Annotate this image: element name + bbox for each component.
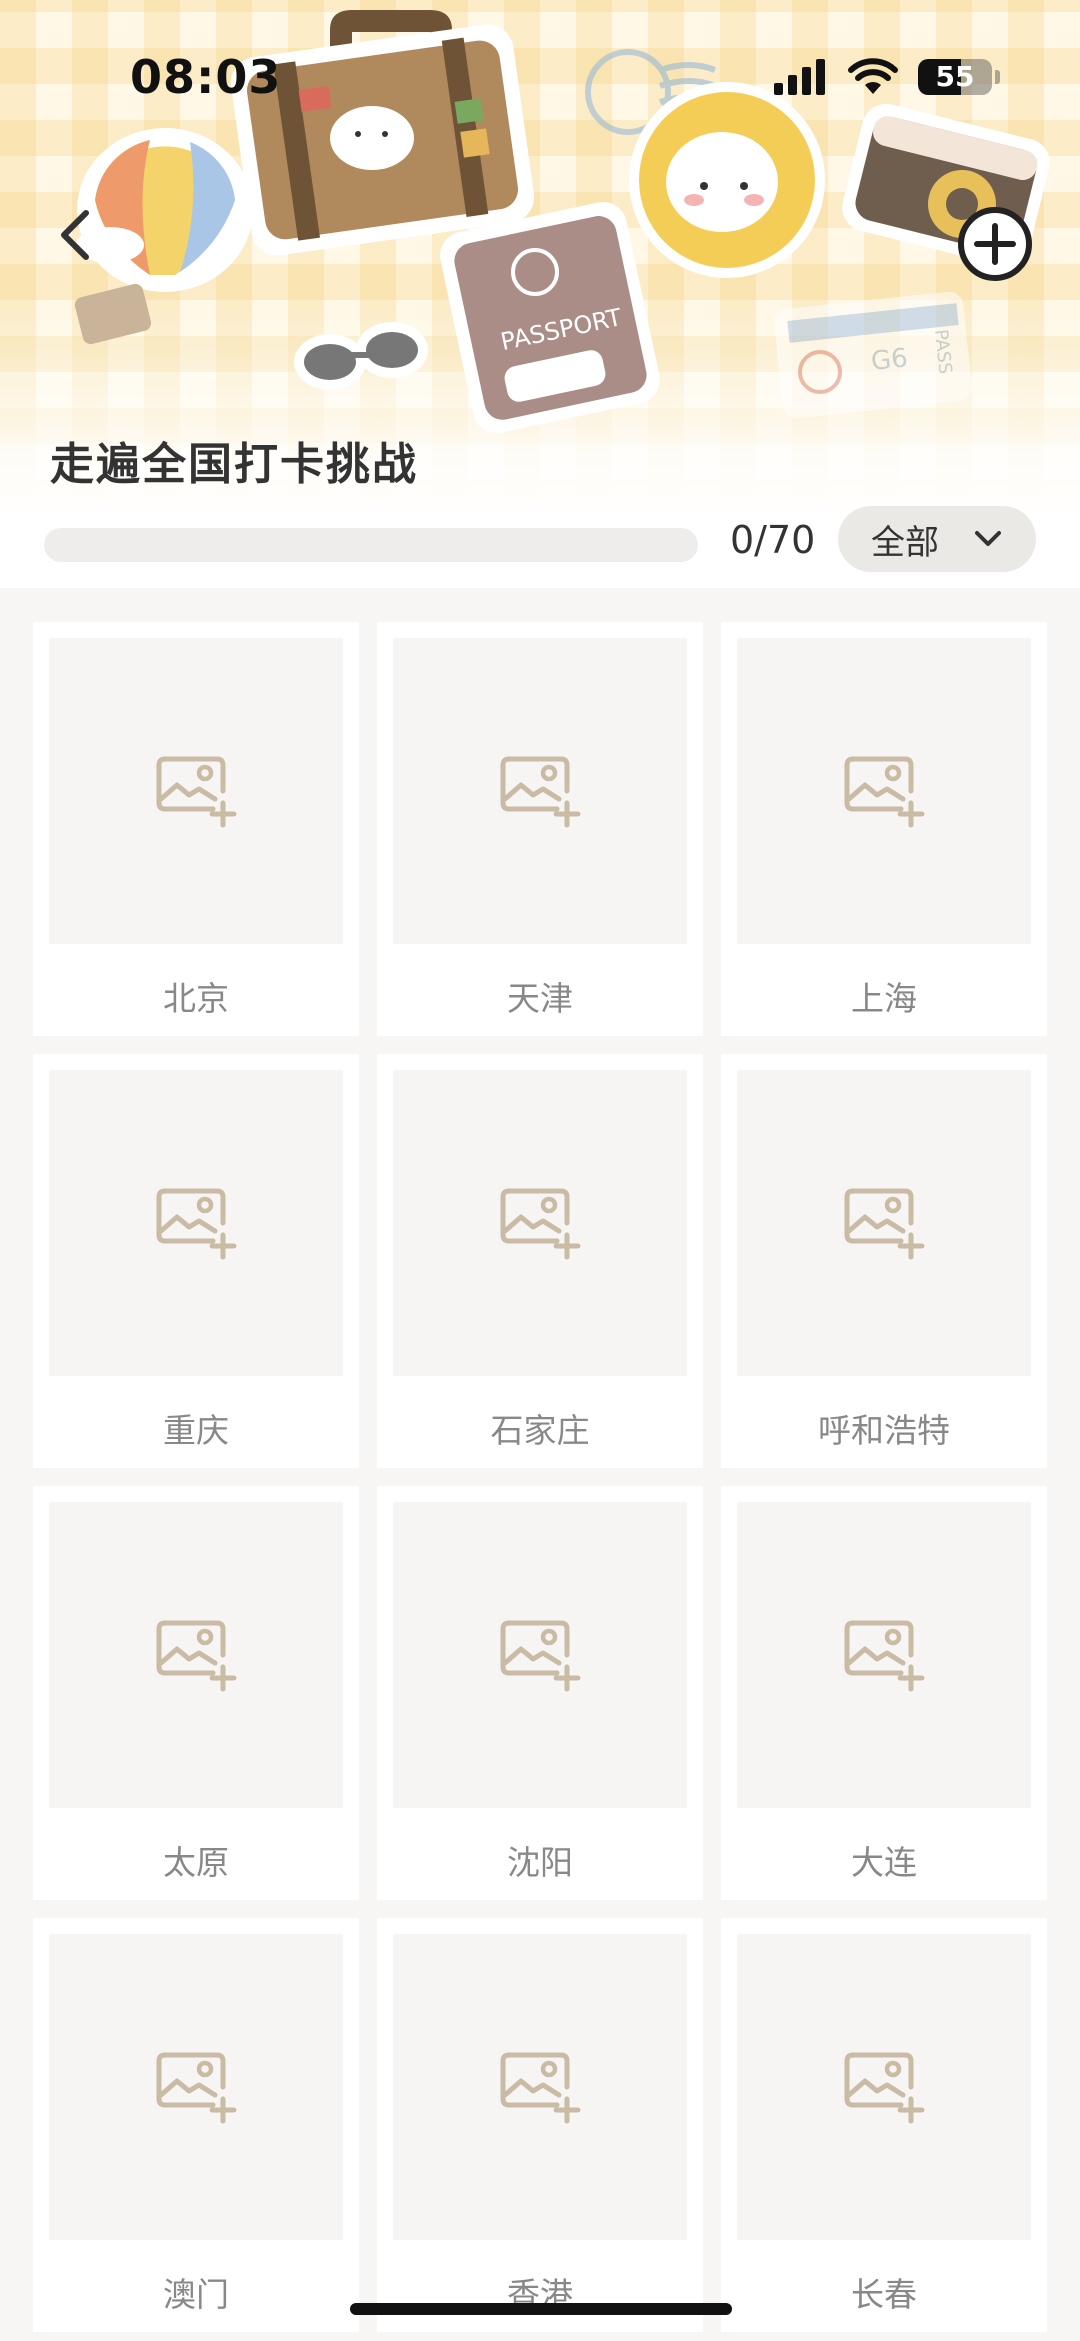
cellular-signal-icon bbox=[774, 59, 825, 95]
sun-sticker bbox=[629, 82, 825, 278]
battery-icon: 55 bbox=[918, 59, 992, 95]
city-name: 澳门 bbox=[163, 2275, 229, 2314]
add-photo-icon bbox=[844, 2052, 925, 2124]
add-photo-icon bbox=[500, 1620, 581, 1692]
city-name: 长春 bbox=[851, 2275, 917, 2314]
filter-dropdown[interactable]: 全部 bbox=[838, 506, 1036, 572]
photo-placeholder[interactable] bbox=[737, 1070, 1031, 1376]
photo-placeholder[interactable] bbox=[393, 1070, 687, 1376]
city-card[interactable]: 重庆 bbox=[33, 1054, 359, 1468]
photo-placeholder[interactable] bbox=[49, 1934, 343, 2240]
screen: PASSPORT G6 PASS 08:03 55 走遍全国打卡挑战 0/70 … bbox=[0, 0, 1080, 2341]
progress-bar bbox=[44, 528, 698, 562]
city-name: 上海 bbox=[851, 979, 917, 1018]
photo-placeholder[interactable] bbox=[393, 1934, 687, 2240]
home-indicator[interactable] bbox=[350, 2303, 732, 2315]
progress-count: 0/70 bbox=[730, 518, 816, 562]
svg-text:G6: G6 bbox=[870, 343, 910, 377]
city-card[interactable]: 沈阳 bbox=[377, 1486, 703, 1900]
photo-placeholder[interactable] bbox=[737, 1502, 1031, 1808]
add-photo-icon bbox=[500, 2052, 581, 2124]
add-photo-icon bbox=[844, 756, 925, 828]
city-name: 重庆 bbox=[163, 1411, 229, 1450]
photo-placeholder[interactable] bbox=[393, 1502, 687, 1808]
battery-level: 55 bbox=[935, 60, 975, 93]
city-card[interactable]: 香港 bbox=[377, 1918, 703, 2332]
chevron-down-icon bbox=[975, 531, 1001, 546]
city-name: 石家庄 bbox=[490, 1411, 590, 1450]
add-photo-icon bbox=[500, 756, 581, 828]
filter-selected-label: 全部 bbox=[871, 522, 939, 563]
city-card[interactable]: 大连 bbox=[721, 1486, 1047, 1900]
photo-placeholder[interactable] bbox=[393, 638, 687, 944]
passport-sticker: PASSPORT bbox=[440, 201, 660, 434]
city-card[interactable]: 天津 bbox=[377, 622, 703, 1036]
photo-placeholder[interactable] bbox=[737, 1934, 1031, 2240]
page-title: 走遍全国打卡挑战 bbox=[50, 439, 418, 490]
city-name: 大连 bbox=[851, 1843, 917, 1882]
add-photo-icon bbox=[156, 1188, 237, 1260]
city-name: 北京 bbox=[163, 979, 229, 1018]
city-name: 天津 bbox=[507, 979, 573, 1018]
city-card[interactable]: 呼和浩特 bbox=[721, 1054, 1047, 1468]
status-time: 08:03 bbox=[130, 50, 282, 104]
add-photo-icon bbox=[156, 1620, 237, 1692]
battery-tip bbox=[995, 70, 1000, 84]
city-card[interactable]: 北京 bbox=[33, 622, 359, 1036]
city-name: 呼和浩特 bbox=[818, 1411, 950, 1450]
plus-circle-icon[interactable] bbox=[955, 204, 1035, 284]
city-card[interactable]: 长春 bbox=[721, 1918, 1047, 2332]
add-photo-icon bbox=[156, 756, 237, 828]
add-photo-icon bbox=[844, 1188, 925, 1260]
city-card[interactable]: 上海 bbox=[721, 622, 1047, 1036]
photo-placeholder[interactable] bbox=[49, 638, 343, 944]
photo-placeholder[interactable] bbox=[737, 638, 1031, 944]
wifi-icon bbox=[848, 58, 898, 94]
add-photo-icon bbox=[156, 2052, 237, 2124]
city-card[interactable]: 太原 bbox=[33, 1486, 359, 1900]
city-name: 沈阳 bbox=[507, 1843, 573, 1882]
header-banner: PASSPORT G6 PASS 08:03 55 走遍全国打卡挑战 0/70 … bbox=[0, 0, 1080, 588]
suitcase-sticker bbox=[230, 10, 535, 256]
status-indicators: 55 bbox=[774, 56, 1000, 98]
sunglasses-sticker bbox=[294, 322, 428, 390]
city-grid: 北京 天津 上海 重庆 石家庄 呼和浩特 太原 沈阳 大连 澳门 香港 长春 bbox=[33, 622, 1047, 2332]
city-card[interactable]: 澳门 bbox=[33, 1918, 359, 2332]
train-ticket-sticker: G6 PASS bbox=[774, 291, 972, 419]
add-photo-icon bbox=[844, 1620, 925, 1692]
city-card[interactable]: 石家庄 bbox=[377, 1054, 703, 1468]
photo-placeholder[interactable] bbox=[49, 1502, 343, 1808]
chevron-left-icon[interactable] bbox=[48, 205, 108, 265]
photo-placeholder[interactable] bbox=[49, 1070, 343, 1376]
add-photo-icon bbox=[500, 1188, 581, 1260]
city-name: 太原 bbox=[163, 1843, 229, 1882]
